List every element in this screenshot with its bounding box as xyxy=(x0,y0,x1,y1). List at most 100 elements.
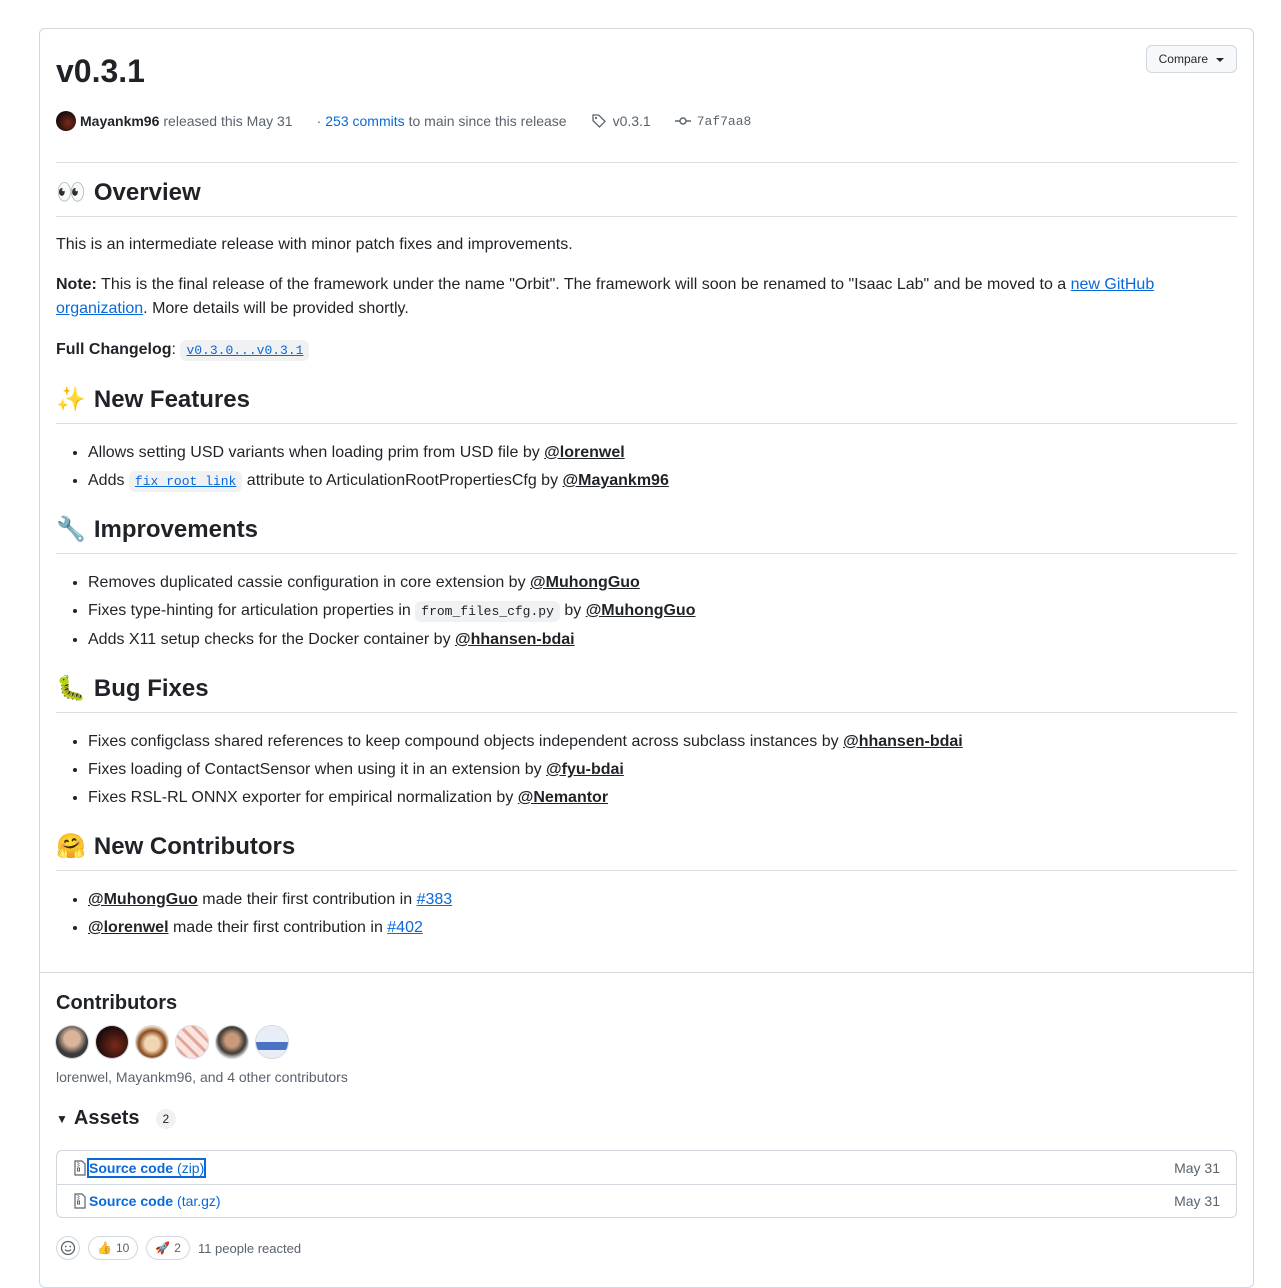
new-contributors-list: @MuhongGuo made their first contribution… xyxy=(56,888,1237,944)
asset-ext: (tar.gz) xyxy=(177,1193,221,1209)
thumbs-up-count: 10 xyxy=(115,1241,130,1255)
release-meta: Mayankm96 released this May 31 · 253 com… xyxy=(56,111,751,131)
code-link[interactable]: fix_root_link xyxy=(128,471,243,492)
thumbs-up-reaction[interactable]: 👍 10 xyxy=(88,1236,139,1260)
author-avatar[interactable] xyxy=(56,111,76,131)
avatar[interactable] xyxy=(56,1026,88,1058)
overview-intro: This is an intermediate release with min… xyxy=(56,236,573,253)
compare-label: Compare xyxy=(1158,52,1208,66)
author-link[interactable]: Mayankm96 xyxy=(80,113,159,129)
changelog-link[interactable]: v0.3.0...v0.3.1 xyxy=(180,340,310,361)
item-text: Fixes type-hinting for articulation prop… xyxy=(88,602,416,619)
list-item: Fixes configclass shared references to k… xyxy=(88,730,1237,754)
rocket-reaction[interactable]: 🚀 2 xyxy=(146,1236,190,1260)
commit-icon xyxy=(674,113,691,129)
release-title[interactable]: v0.3.1 xyxy=(56,51,145,91)
user-link[interactable]: @MuhongGuo xyxy=(88,891,198,908)
add-reaction-button[interactable] xyxy=(56,1236,80,1260)
user-link[interactable]: @lorenwel xyxy=(88,919,169,936)
user-link[interactable]: @hhansen-bdai xyxy=(455,631,575,648)
smiley-icon xyxy=(60,1240,76,1256)
item-text: Adds X11 setup checks for the Docker con… xyxy=(88,631,456,648)
user-link[interactable]: @lorenwel xyxy=(544,444,625,461)
footer-divider xyxy=(40,972,1253,973)
item-text: made their first contribution in xyxy=(168,919,388,936)
triangle-down-icon: ▼ xyxy=(56,1111,68,1126)
item-text: by xyxy=(559,602,586,619)
avatar[interactable] xyxy=(96,1026,128,1058)
item-text: Fixes loading of ContactSensor when usin… xyxy=(88,761,547,778)
list-item: Allows setting USD variants when loading… xyxy=(88,441,1237,465)
bugfixes-heading-text: Bug Fixes xyxy=(93,675,209,702)
avatar[interactable] xyxy=(176,1026,208,1058)
item-text: made their first contribution in xyxy=(197,891,417,908)
item-text: Allows setting USD variants when loading… xyxy=(88,444,545,461)
note-text: This is the final release of the framewo… xyxy=(96,276,1071,293)
inline-code: from_files_cfg.py xyxy=(415,601,560,622)
improvements-list: Removes duplicated cassie configuration … xyxy=(56,571,1237,656)
commits-suffix: to main since this release xyxy=(408,113,567,129)
header-divider xyxy=(56,162,1237,163)
eyes-icon: 👀 xyxy=(56,179,86,206)
features-list: Allows setting USD variants when loading… xyxy=(56,441,1237,498)
list-item: Fixes RSL-RL ONNX exporter for empirical… xyxy=(88,786,1237,810)
user-link[interactable]: @Mayankm96 xyxy=(563,472,669,489)
avatar[interactable] xyxy=(216,1026,248,1058)
assets-list: Source code (zip) May 31 Source code (tar.… xyxy=(56,1150,1237,1218)
bugfixes-list: Fixes configclass shared references to k… xyxy=(56,730,1237,814)
list-item: Fixes loading of ContactSensor when usin… xyxy=(88,758,1237,782)
sparkles-icon: ✨ xyxy=(56,386,86,413)
list-item: Fixes type-hinting for articulation prop… xyxy=(88,599,1237,624)
avatar[interactable] xyxy=(256,1026,288,1058)
pr-link[interactable]: #383 xyxy=(417,891,453,908)
rocket-count: 2 xyxy=(174,1241,181,1255)
note-tail: . More details will be provided shortly. xyxy=(143,300,409,317)
avatar[interactable] xyxy=(136,1026,168,1058)
features-heading: ✨ New Features xyxy=(56,385,1237,424)
thumbs-up-icon: 👍 xyxy=(97,1241,112,1255)
asset-date: May 31 xyxy=(1174,1159,1220,1176)
source-code-zip-link[interactable]: Source code (zip) xyxy=(86,1157,207,1178)
bug-icon: 🐛 xyxy=(56,675,86,702)
item-text: Adds xyxy=(88,472,129,489)
tag-link[interactable]: v0.3.1 xyxy=(613,113,651,129)
assets-count: 2 xyxy=(155,1108,177,1129)
tag-icon xyxy=(591,113,607,129)
source-code-targz-link[interactable]: Source code (tar.gz) xyxy=(89,1193,221,1209)
asset-row: Source code (tar.gz) May 31 xyxy=(57,1184,1236,1217)
note-label: Note: xyxy=(56,276,97,293)
commits-link[interactable]: 253 commits xyxy=(325,113,404,129)
reactions-bar: 👍 10 🚀 2 11 people reacted xyxy=(56,1236,301,1260)
reactions-summary: 11 people reacted xyxy=(197,1240,302,1256)
list-item: Adds X11 setup checks for the Docker con… xyxy=(88,628,1237,652)
user-link[interactable]: @Nemantor xyxy=(518,789,608,806)
improvements-heading-text: Improvements xyxy=(93,516,258,543)
item-text: Fixes configclass shared references to k… xyxy=(88,733,844,750)
asset-date: May 31 xyxy=(1174,1193,1220,1209)
commit-sha-link[interactable]: 7af7aa8 xyxy=(697,114,752,129)
overview-heading-text: Overview xyxy=(93,179,201,206)
file-zip-icon xyxy=(73,1193,87,1209)
released-text: released this May 31 xyxy=(163,113,293,129)
overview-heading: 👀 Overview xyxy=(56,178,1237,217)
pr-link[interactable]: #402 xyxy=(387,919,423,936)
release-card: v0.3.1 Compare Mayankm96 released this M… xyxy=(39,28,1254,1288)
user-link[interactable]: @MuhongGuo xyxy=(586,602,696,619)
full-changelog: Full Changelog: v0.3.0...v0.3.1 xyxy=(56,338,1237,363)
user-link[interactable]: @MuhongGuo xyxy=(530,574,640,591)
list-item: Removes duplicated cassie configuration … xyxy=(88,571,1237,595)
hugging-face-icon: 🤗 xyxy=(56,833,86,860)
compare-button[interactable]: Compare xyxy=(1145,45,1237,73)
list-item: Adds fix_root_link attribute to Articula… xyxy=(88,469,1237,494)
assets-toggle[interactable]: ▼ Assets 2 xyxy=(56,1107,177,1130)
user-link[interactable]: @fyu-bdai xyxy=(546,761,624,778)
changelog-label: Full Changelog xyxy=(56,341,172,358)
contributors-heading: Contributors xyxy=(56,992,178,1014)
list-item: @MuhongGuo made their first contribution… xyxy=(88,888,1237,912)
asset-ext: (zip) xyxy=(177,1159,205,1176)
rocket-icon: 🚀 xyxy=(155,1241,171,1255)
features-heading-text: New Features xyxy=(93,386,250,413)
user-link[interactable]: @hhansen-bdai xyxy=(843,733,963,750)
improvements-heading: 🔧 Improvements xyxy=(56,515,1237,554)
overview-note: Note: This is the final release of the f… xyxy=(56,273,1237,321)
